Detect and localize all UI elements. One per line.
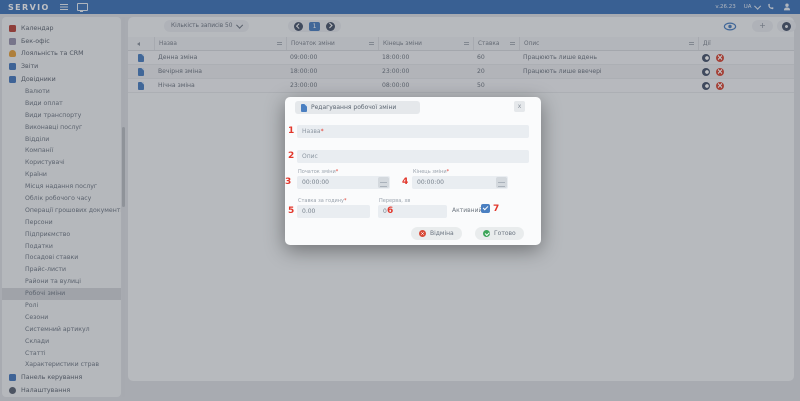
annotation-5: 5	[288, 207, 294, 216]
active-checkbox[interactable]	[481, 204, 490, 213]
start-time-input[interactable]: 00:00:00	[297, 176, 390, 189]
annotation-1: 1	[288, 127, 294, 136]
document-icon	[301, 104, 307, 112]
rate-label: Ставка за годину*	[298, 198, 347, 204]
annotation-4: 4	[402, 178, 408, 187]
break-label: Перерва, хв	[379, 198, 410, 204]
annotation-7: 7	[493, 205, 499, 214]
description-input[interactable]: Опис	[297, 150, 529, 163]
active-label: Активний	[452, 207, 482, 214]
name-input[interactable]: Назва*	[297, 125, 529, 138]
done-button[interactable]: Готово	[475, 227, 524, 240]
cancel-button[interactable]: Відміна	[411, 227, 462, 240]
time-picker-icon[interactable]	[496, 177, 507, 188]
modal-title: Редагування робочої зміни	[311, 104, 396, 111]
cancel-icon	[419, 230, 426, 237]
servio-app: SERVIO v.26.23 UA КалендарБек-офісЛояльн…	[0, 0, 800, 401]
end-time-input[interactable]: 00:00:00	[412, 176, 508, 189]
start-time-label: Початок зміни*	[298, 169, 338, 175]
annotation-2: 2	[288, 152, 294, 161]
done-icon	[483, 230, 490, 237]
end-time-label: Кінець зміни*	[413, 169, 449, 175]
edit-shift-modal: Редагування робочої зміни x Назва* Опис …	[285, 97, 541, 245]
close-button[interactable]: x	[514, 101, 525, 112]
time-picker-icon[interactable]	[378, 177, 389, 188]
annotation-3: 3	[285, 178, 291, 187]
annotation-6: 6	[387, 207, 393, 216]
rate-input[interactable]: 0.00	[297, 205, 370, 218]
modal-title-tab: Редагування робочої зміни	[295, 101, 420, 114]
